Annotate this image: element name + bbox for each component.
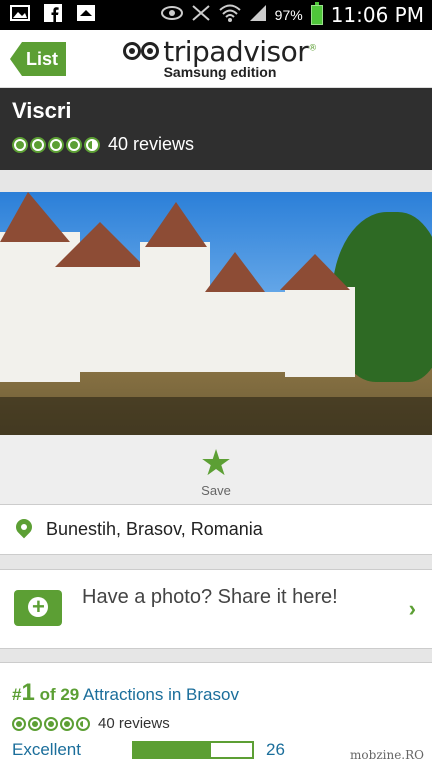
cell-signal-icon <box>249 4 267 27</box>
signal-mute-icon <box>191 4 211 27</box>
excellent-count: 26 <box>266 740 285 759</box>
notification-icon <box>76 4 96 27</box>
battery-icon <box>310 2 323 25</box>
reviews-count-small[interactable]: 40 reviews <box>98 715 170 732</box>
owl-logo-icon <box>123 40 161 64</box>
map-pin-icon <box>16 519 32 541</box>
place-photo[interactable] <box>0 192 432 435</box>
place-name: Viscri <box>12 98 72 123</box>
share-photo-text: Have a photo? Share it here! <box>82 586 338 608</box>
ranking-rating: 40 reviews <box>12 715 420 732</box>
ranking-line[interactable]: #1 of 29 Attractions in Brasov <box>12 679 420 707</box>
image-icon <box>10 5 30 26</box>
watermark: mobzine.RO <box>350 748 424 762</box>
battery-percent: 97% <box>274 7 303 23</box>
add-photo-camera-icon <box>14 590 62 626</box>
reviews-count[interactable]: 40 reviews <box>108 134 194 155</box>
facebook-icon <box>44 4 62 27</box>
app-header: List tripadvisor® Samsung edition <box>0 30 432 88</box>
star-icon: ★ <box>199 442 233 483</box>
rating-bubbles <box>12 136 100 153</box>
location-address: Bunestih, Brasov, Romania <box>46 519 263 539</box>
status-bar: 97% 11:06 PM <box>0 0 432 30</box>
share-photo-row[interactable]: Have a photo? Share it here! › <box>0 569 432 649</box>
save-label: Save <box>201 483 231 498</box>
eye-icon <box>160 5 183 25</box>
wifi-icon <box>218 4 241 27</box>
save-button[interactable]: ★ Save <box>0 435 432 505</box>
excellent-bar <box>132 741 254 759</box>
place-rating: 40 reviews <box>12 134 420 155</box>
tripadvisor-logo: tripadvisor® Samsung edition <box>120 35 320 85</box>
place-title-bar: Viscri 40 reviews <box>0 88 432 170</box>
rating-bubbles-small <box>12 716 90 731</box>
list-back-button[interactable]: List <box>10 42 66 76</box>
chevron-right-icon: › <box>408 596 416 621</box>
excellent-label: Excellent <box>12 740 81 759</box>
location-row[interactable]: Bunestih, Brasov, Romania <box>0 505 432 555</box>
clock: 11:06 PM <box>330 3 424 27</box>
